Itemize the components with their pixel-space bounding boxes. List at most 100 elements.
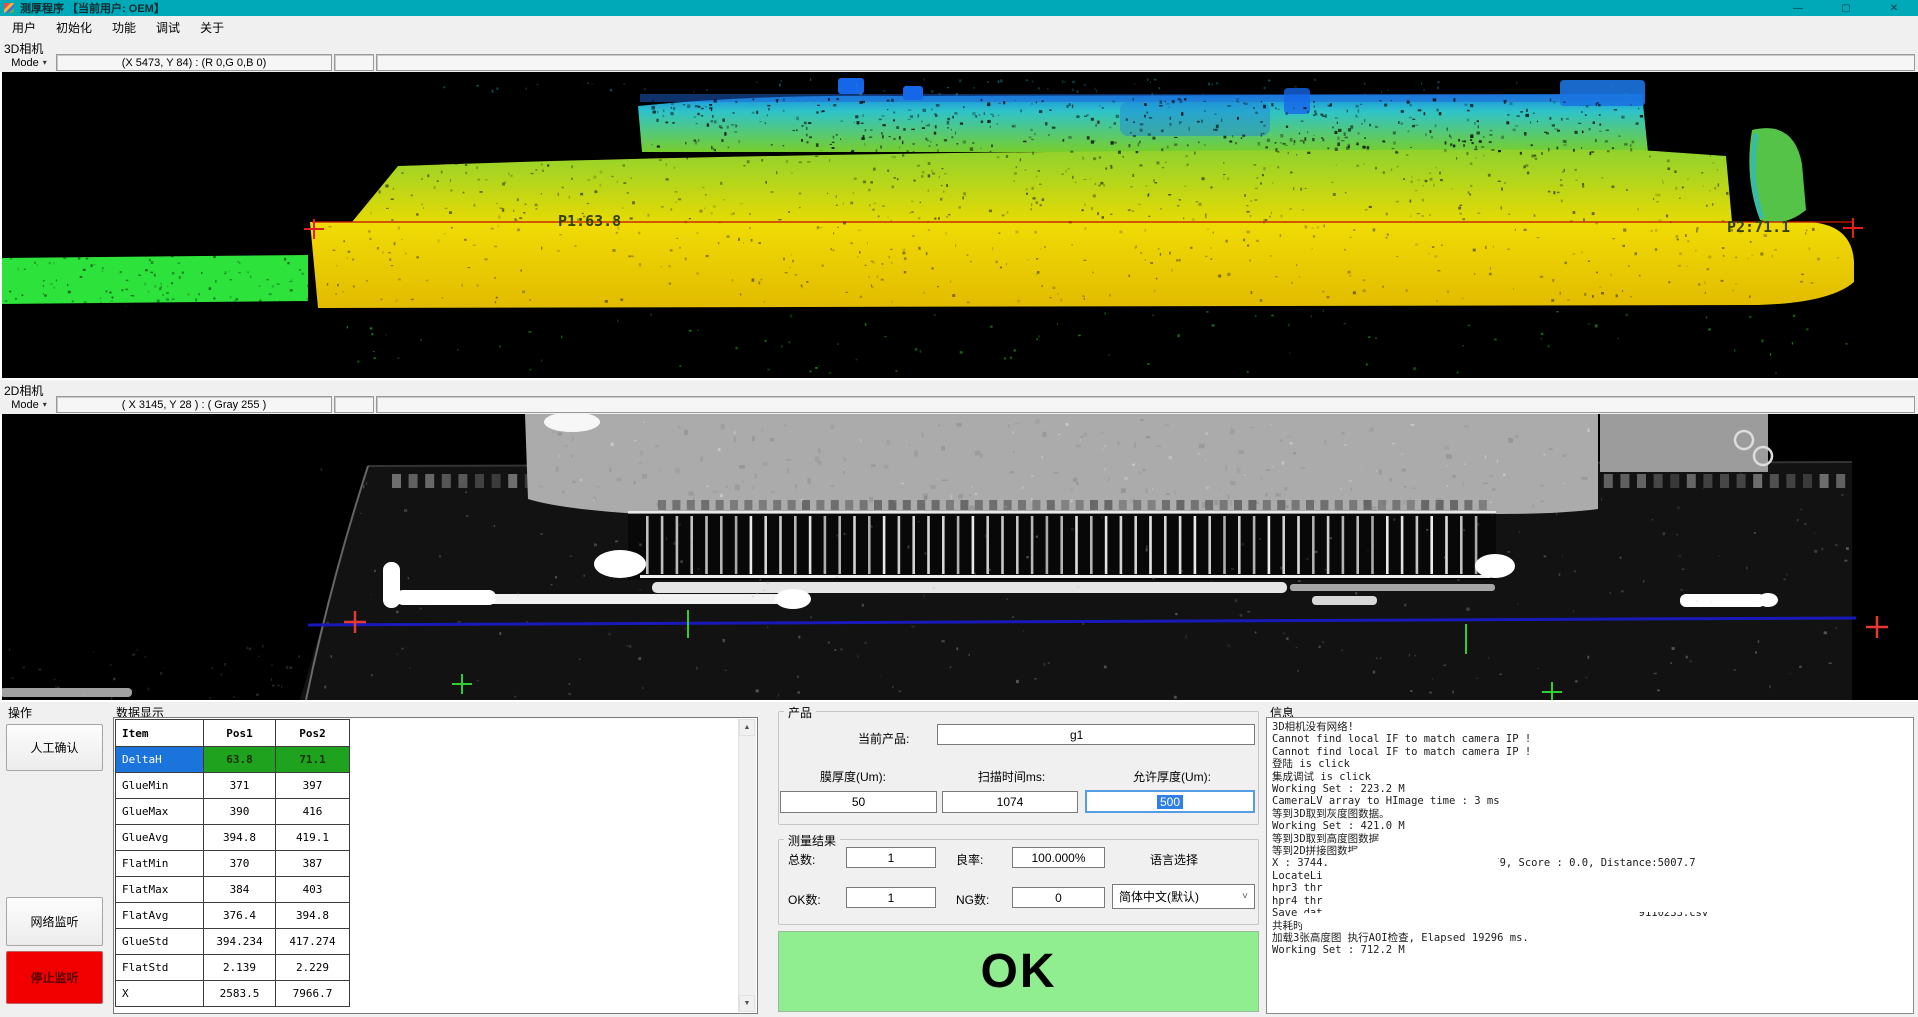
ok-count-label: OK数:	[788, 891, 821, 908]
result-status-banner: OK	[778, 931, 1259, 1012]
frame-line	[0, 378, 1918, 380]
language-select[interactable]: 简体中文(默认) ˅	[1112, 884, 1255, 909]
menu-item-1[interactable]: 初始化	[46, 16, 102, 38]
select-chevron-icon: ˅	[1236, 891, 1254, 902]
film-thickness-input[interactable]: 50	[780, 791, 937, 813]
glue-blob	[1680, 594, 1765, 607]
language-select-value: 简体中文(默认)	[1119, 888, 1199, 905]
table-cell-item: GlueAvg	[116, 825, 204, 851]
chevron-down-icon: ▾	[43, 58, 47, 67]
table-row-DeltaH[interactable]: DeltaH63.871.1	[116, 747, 350, 773]
table-row-GlueMax[interactable]: GlueMax390416	[116, 799, 350, 825]
p2-measure-label: P2:71.1	[1727, 218, 1790, 236]
scan-time-input[interactable]: 1074	[942, 791, 1078, 813]
table-cell-item: GlueStd	[116, 929, 204, 955]
redaction-blob	[1400, 893, 1845, 912]
table-cell-item: DeltaH	[116, 747, 204, 773]
yield-label: 良率:	[956, 851, 983, 868]
menu-item-4[interactable]: 关于	[190, 16, 234, 38]
table-row-FlatAvg[interactable]: FlatAvg376.4394.8	[116, 903, 350, 929]
log-line-0: 3D相机没有网络!	[1272, 721, 1908, 733]
menu-item-3[interactable]: 调试	[146, 16, 190, 38]
camera3d-mode-button[interactable]: Mode ▾	[2, 54, 56, 71]
table-header-cell: Pos1	[204, 720, 276, 747]
table-cell-item: FlatAvg	[116, 903, 204, 929]
p1-measure-label: P1:63.8	[558, 212, 621, 230]
camera2d-toolbar: Mode ▾ ( X 3145, Y 28 ) : ( Gray 255 )	[0, 396, 1918, 414]
ng-count-input[interactable]: 0	[1012, 887, 1105, 908]
log-line-6: CameraLV array to HImage time : 3 ms	[1272, 795, 1908, 807]
network-listen-button[interactable]: 网络监听	[6, 897, 103, 946]
maximize-icon[interactable]: ▢	[1822, 3, 1870, 14]
results-group-title: 测量结果	[784, 832, 840, 849]
3d-heightmap-render	[0, 72, 1918, 378]
table-cell-pos1: 2583.5	[204, 981, 276, 1007]
table-cell-pos2: 417.274	[276, 929, 350, 955]
film-thickness-label: 膜厚度(Um):	[772, 768, 934, 785]
log-line-2: Cannot find local IF to match camera IP …	[1272, 746, 1908, 758]
table-row-FlatMax[interactable]: FlatMax384403	[116, 877, 350, 903]
current-product-input[interactable]: g1	[937, 724, 1255, 745]
title-bar[interactable]: 测厚程序 【当前用户: OEM】 — ▢ ✕	[0, 0, 1918, 16]
total-label: 总数:	[788, 851, 815, 868]
menu-bar: 用户初始化功能调试关于	[0, 16, 1918, 38]
ok-count-input[interactable]: 1	[846, 887, 936, 908]
frame-line	[0, 72, 2, 378]
log-line-3: 登陆 is click	[1272, 758, 1908, 770]
table-header-cell: Pos2	[276, 720, 350, 747]
window-title: 测厚程序 【当前用户: OEM】	[20, 0, 165, 16]
mode-button-label: Mode	[11, 57, 39, 69]
table-cell-pos2: 71.1	[276, 747, 350, 773]
log-line-17: 加载3张高度图 执行AOI检查, Elapsed 19296 ms.	[1272, 932, 1908, 944]
minimize-icon[interactable]: —	[1774, 3, 1822, 14]
stop-listen-button[interactable]: 停止监听	[6, 951, 103, 1004]
scan-time-label: 扫描时间ms:	[945, 768, 1078, 785]
operations-title: 操作	[8, 704, 32, 721]
table-header-row: ItemPos1Pos2	[116, 720, 350, 747]
selected-text: 500	[1157, 795, 1183, 809]
yield-input[interactable]: 100.000%	[1012, 847, 1105, 868]
table-row-GlueMin[interactable]: GlueMin371397	[116, 773, 350, 799]
table-cell-pos1: 390	[204, 799, 276, 825]
glue-blob	[1312, 596, 1377, 605]
scroll-up-icon[interactable]: ▲	[739, 719, 755, 736]
table-row-GlueStd[interactable]: GlueStd394.234417.274	[116, 929, 350, 955]
close-icon[interactable]: ✕	[1870, 3, 1918, 14]
table-cell-pos1: 394.8	[204, 825, 276, 851]
camera2d-viewport[interactable]	[0, 414, 1918, 700]
table-row-GlueAvg[interactable]: GlueAvg394.8419.1	[116, 825, 350, 851]
frame-line	[0, 414, 2, 700]
table-cell-item: GlueMin	[116, 773, 204, 799]
table-cell-item: GlueMax	[116, 799, 204, 825]
allow-thickness-input[interactable]: 500	[1085, 790, 1255, 813]
table-cell-item: FlatMax	[116, 877, 204, 903]
table-cell-pos2: 7966.7	[276, 981, 350, 1007]
table-cell-item: FlatMin	[116, 851, 204, 877]
table-cell-pos2: 416	[276, 799, 350, 825]
scroll-down-icon[interactable]: ▼	[739, 995, 755, 1012]
table-cell-pos2: 394.8	[276, 903, 350, 929]
table-cell-pos1: 370	[204, 851, 276, 877]
menu-item-0[interactable]: 用户	[2, 16, 46, 38]
table-row-FlatStd[interactable]: FlatStd2.1392.229	[116, 955, 350, 981]
camera2d-pixel-readout: ( X 3145, Y 28 ) : ( Gray 255 )	[56, 396, 332, 413]
table-cell-pos1: 394.234	[204, 929, 276, 955]
data-table: ItemPos1Pos2DeltaH63.871.1GlueMin371397G…	[115, 719, 350, 1007]
table-cell-pos1: 376.4	[204, 903, 276, 929]
table-row-X[interactable]: X2583.57966.7	[116, 981, 350, 1007]
camera3d-viewport[interactable]: P1:63.8 P2:71.1	[0, 72, 1918, 378]
table-scrollbar[interactable]: ▲ ▼	[738, 719, 756, 1012]
total-input[interactable]: 1	[846, 847, 936, 868]
table-cell-item: X	[116, 981, 204, 1007]
application-window: 测厚程序 【当前用户: OEM】 — ▢ ✕ 用户初始化功能调试关于 3D相机 …	[0, 0, 1918, 1017]
table-cell-pos2: 2.229	[276, 955, 350, 981]
table-row-FlatMin[interactable]: FlatMin370387	[116, 851, 350, 877]
camera2d-mode-button[interactable]: Mode ▾	[2, 396, 56, 413]
table-cell-pos2: 397	[276, 773, 350, 799]
table-cell-pos2: 403	[276, 877, 350, 903]
product-group-title: 产品	[784, 704, 816, 721]
menu-item-2[interactable]: 功能	[102, 16, 146, 38]
reflection-strip	[652, 582, 1287, 593]
manual-confirm-button[interactable]: 人工确认	[6, 724, 103, 771]
window-controls: — ▢ ✕	[1774, 3, 1918, 14]
